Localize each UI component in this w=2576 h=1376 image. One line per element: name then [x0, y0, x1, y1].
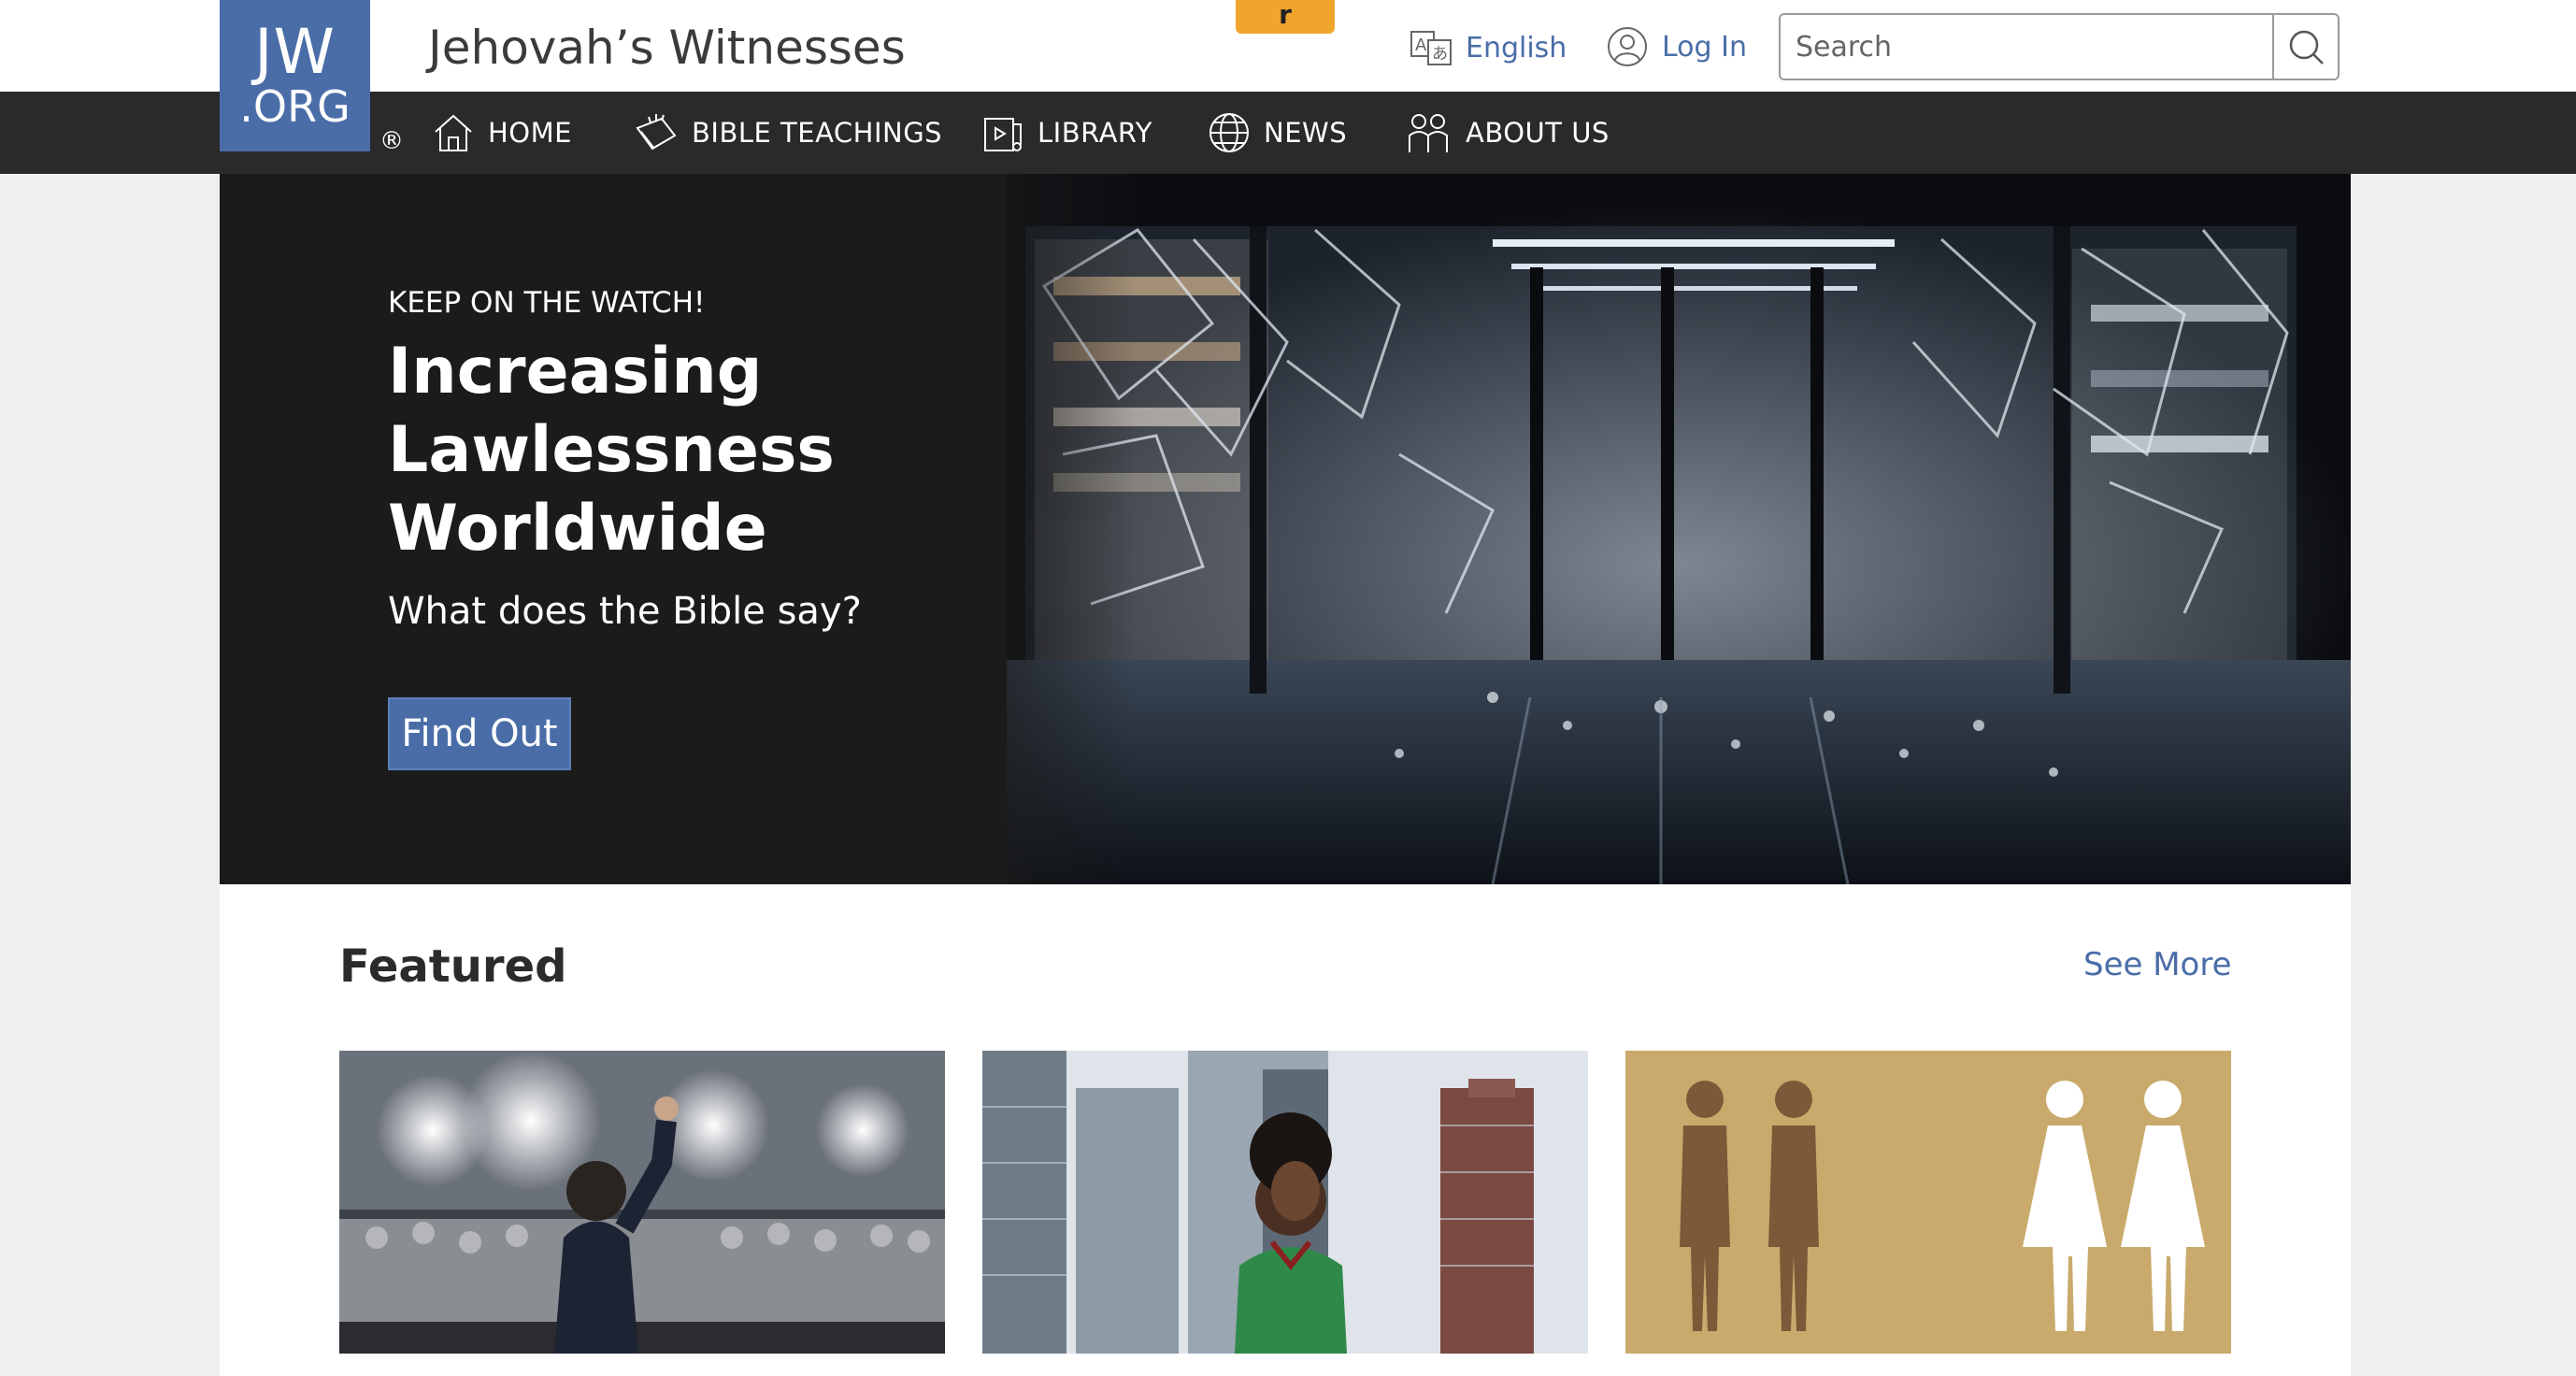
nav-item-library[interactable]: LIBRARY	[981, 92, 1152, 174]
logo-text-jw: JW	[254, 16, 336, 88]
featured-section: Featured See More	[220, 884, 2351, 1376]
svg-text:A: A	[1415, 36, 1427, 55]
featured-card-woman-city[interactable]	[982, 1051, 1588, 1354]
language-label: English	[1466, 31, 1567, 64]
translate-icon: A あ	[1410, 31, 1452, 65]
home-icon	[435, 114, 472, 151]
nav-item-bible-teachings[interactable]: BIBLE TEACHINGS	[634, 92, 942, 174]
language-selector[interactable]: A あ English	[1410, 26, 1567, 69]
registered-mark: ®	[379, 127, 404, 155]
search-input[interactable]	[1781, 15, 2274, 79]
hero-kicker: KEEP ON THE WATCH!	[388, 286, 706, 320]
nav-item-news[interactable]: NEWS	[1208, 92, 1347, 174]
svg-text:あ: あ	[1432, 45, 1448, 64]
library-icon	[984, 118, 1022, 151]
nav-label-about-us: ABOUT US	[1466, 117, 1610, 149]
site-header: Jehovah’s Witnesses r A あ English Log In	[0, 0, 2576, 92]
nav-label-bible-teachings: BIBLE TEACHINGS	[692, 117, 943, 149]
page-gutter-left	[0, 0, 220, 1376]
login-link[interactable]: Log In	[1606, 24, 1747, 69]
jw-org-logo[interactable]: JW .ORG	[220, 0, 370, 151]
featured-image-woman-city	[982, 1051, 1588, 1354]
tab-badge[interactable]: r	[1236, 0, 1335, 34]
featured-heading: Featured	[339, 940, 567, 993]
featured-card-speaker-crowd[interactable]	[339, 1051, 945, 1354]
login-label: Log In	[1662, 30, 1747, 64]
find-out-button[interactable]: Find Out	[388, 697, 571, 770]
see-more-link[interactable]: See More	[2083, 946, 2232, 983]
featured-image-speaker-crowd	[339, 1051, 945, 1354]
nav-label-home: HOME	[488, 117, 572, 149]
nav-item-home[interactable]: HOME	[432, 92, 572, 174]
people-icon	[1409, 114, 1448, 152]
nav-label-news: NEWS	[1264, 117, 1348, 149]
logo-text-org: .ORG	[239, 81, 351, 132]
nav-label-library: LIBRARY	[1038, 117, 1152, 149]
featured-card-couples-figures[interactable]	[1625, 1051, 2231, 1354]
globe-icon	[1209, 113, 1249, 152]
hero-subtitle: What does the Bible say?	[388, 590, 862, 633]
hero-gradient-fade	[930, 174, 1136, 884]
user-icon	[1608, 27, 1647, 66]
featured-image-couples-figures	[1625, 1051, 2231, 1354]
site-title[interactable]: Jehovah’s Witnesses	[428, 21, 906, 75]
nav-item-about-us[interactable]: ABOUT US	[1404, 92, 1610, 174]
open-book-icon	[636, 114, 677, 150]
hero-title[interactable]: Increasing Lawlessness Worldwide	[388, 333, 874, 568]
search-button[interactable]	[2272, 15, 2338, 79]
page-gutter-right	[2351, 0, 2576, 1376]
hero-image-broken-store-window	[1007, 174, 2351, 884]
search-box	[1779, 13, 2340, 80]
main-nav: ® HOME BIBLE TEACHINGS LIBRARY NEWS ABOU…	[0, 92, 2576, 174]
hero-banner: KEEP ON THE WATCH! Increasing Lawlessnes…	[220, 174, 2351, 884]
search-icon	[2289, 30, 2324, 64]
